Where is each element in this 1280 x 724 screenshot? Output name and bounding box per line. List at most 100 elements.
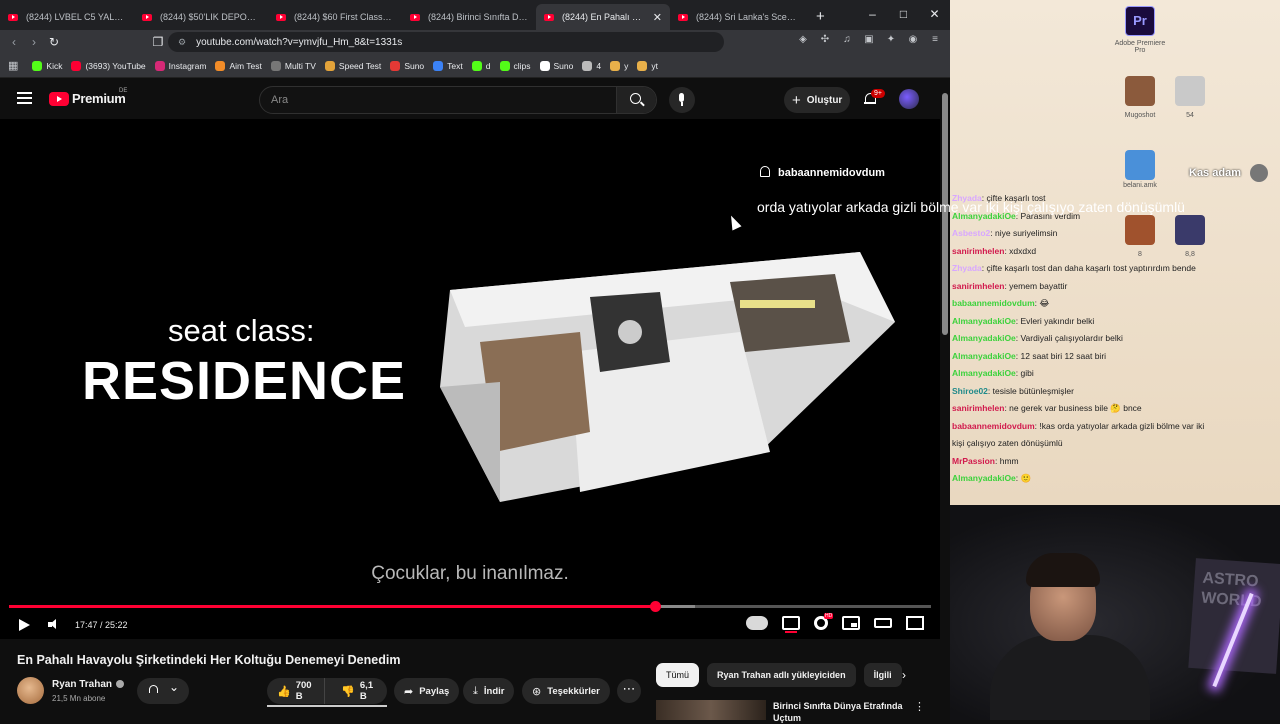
document-icon[interactable] — [1125, 150, 1155, 180]
recommended-video-title[interactable]: Birinci Sınıfta Dünya Etrafında Uçtum — [773, 700, 903, 724]
chat-text: niye suriyelimsin — [995, 228, 1058, 238]
chat-username[interactable]: MrPassion — [952, 456, 995, 466]
channel-avatar[interactable] — [17, 677, 44, 704]
chat-username[interactable]: Asbesto2 — [952, 228, 990, 238]
browser-tab-active[interactable]: (8244) En Pahalı Havayo✕ — [536, 4, 670, 30]
theater-mode-icon[interactable] — [874, 618, 892, 628]
chevron-right-icon[interactable]: › — [902, 668, 906, 682]
browser-tab[interactable]: (8244) $60 First Class Bus Sir — [268, 4, 402, 30]
bookmark-item[interactable]: Suno — [539, 60, 573, 71]
autoplay-toggle[interactable] — [746, 616, 768, 630]
search-input[interactable]: Ara — [259, 86, 657, 114]
bookmark-item[interactable]: Kick — [32, 60, 62, 71]
player-right-controls — [746, 613, 924, 633]
premiere-pro-icon[interactable]: Pr — [1125, 6, 1155, 36]
bookmark-item[interactable]: Speed Test — [324, 60, 381, 71]
stream-chat-log: Zhyada: çifte kaşarlı tost AlmanyadakiOe:… — [952, 190, 1278, 488]
bookmark-icon[interactable]: ❐ — [148, 35, 168, 49]
chat-username[interactable]: AlmanyadakiOe — [952, 473, 1016, 483]
chat-line: kişi çalışıyo zaten dönüşümlü — [952, 435, 1278, 453]
like-button[interactable]: 👍 700 B — [267, 678, 326, 704]
menu-icon[interactable]: ≡ — [928, 34, 942, 48]
youtube-favicon-icon — [410, 13, 420, 21]
chat-username[interactable]: sanirimhelen — [952, 403, 1004, 413]
chat-username[interactable]: AlmanyadakiOe — [952, 333, 1016, 343]
bookmark-item[interactable]: 4 — [582, 60, 601, 71]
puzzle-extension-icon[interactable]: ✣ — [818, 34, 832, 48]
hamburger-menu-icon[interactable] — [17, 92, 32, 104]
site-info-icon[interactable]: ⚙ — [178, 37, 186, 48]
bookmark-item[interactable]: Suno — [390, 60, 424, 71]
ai-icon[interactable]: ✦ — [884, 34, 898, 48]
chat-line: MrPassion: hmm — [952, 453, 1278, 471]
bookmark-item[interactable]: Instagram — [154, 60, 206, 71]
chat-username[interactable]: AlmanyadakiOe — [952, 368, 1016, 378]
thanks-button[interactable]: ⊛ Teşekkürler — [522, 678, 610, 704]
close-tab-icon[interactable]: ✕ — [653, 11, 662, 24]
bookmark-folder[interactable]: y — [610, 60, 628, 71]
account-avatar[interactable] — [899, 89, 919, 109]
forward-icon[interactable]: › — [24, 35, 44, 49]
subscription-bell-button[interactable] — [137, 678, 189, 704]
reload-icon[interactable]: ↻ — [44, 35, 64, 49]
chip-related[interactable]: İlgili — [863, 663, 902, 687]
share-button[interactable]: ➦ Paylaş — [394, 678, 460, 704]
maximize-button[interactable]: □ — [888, 0, 919, 30]
back-icon[interactable]: ‹ — [4, 35, 24, 49]
play-icon[interactable] — [19, 619, 30, 631]
download-button[interactable]: ⤓ İndir — [463, 678, 515, 704]
bookmark-item[interactable]: Aim Test — [215, 60, 262, 71]
chip-all[interactable]: Tümü — [656, 663, 700, 687]
mugoshot-icon[interactable] — [1125, 76, 1155, 106]
chat-username[interactable]: sanirimhelen — [952, 246, 1004, 256]
more-actions-icon[interactable]: ⋯ — [617, 679, 641, 703]
browser-tab[interactable]: (8244) Sri Lanka's Scenic Trai — [670, 4, 804, 30]
shield-icon[interactable]: ◉ — [906, 34, 920, 48]
subtitles-icon[interactable] — [782, 616, 800, 633]
chat-text: 12 saat biri 12 saat biri — [1020, 350, 1107, 361]
recommended-video-thumbnail[interactable] — [656, 700, 766, 720]
fullscreen-icon[interactable] — [906, 616, 924, 630]
chip-from-uploader[interactable]: Ryan Trahan adlı yükleyiciden — [707, 663, 856, 687]
search-button[interactable] — [616, 87, 656, 113]
translate-icon[interactable]: ◈ — [796, 34, 810, 48]
channel-name[interactable]: Ryan Trahan — [52, 679, 125, 690]
video-progress-bar[interactable] — [9, 601, 931, 612]
bookmark-item[interactable]: d — [471, 60, 491, 71]
chat-text: gibi — [1020, 368, 1034, 378]
close-window-button[interactable]: ✕ — [919, 0, 950, 30]
chat-username[interactable]: AlmanyadakiOe — [952, 316, 1016, 326]
new-tab-button[interactable]: + — [804, 8, 837, 25]
chat-username[interactable]: sanirimhelen — [952, 281, 1004, 291]
youtube-premium-logo[interactable]: Premium DE — [49, 88, 127, 106]
apps-grid-icon[interactable]: ▦ — [8, 59, 18, 72]
bookmark-item[interactable]: (3693) YouTube — [71, 60, 146, 71]
volume-icon[interactable] — [48, 618, 60, 631]
chat-username[interactable]: babaannemidovdum — [952, 298, 1035, 308]
chat-username[interactable]: Zhyada — [952, 263, 982, 273]
browser-tab[interactable]: (8244) Birinci Sınıfta Dünya E — [402, 4, 536, 30]
settings-gear-icon[interactable] — [814, 613, 834, 630]
browser-tab[interactable]: (8244) $50'LIK DEPODA SON — [134, 4, 268, 30]
url-field[interactable]: ⚙ youtube.com/watch?v=ymvjfu_Hm_8&t=1331… — [168, 32, 724, 52]
watch-image-icon[interactable] — [1175, 76, 1205, 106]
suno-icon — [539, 60, 550, 71]
browser-tab[interactable]: (8244) LVBEL C5 YALAN MAK — [0, 4, 134, 30]
bookmark-item[interactable]: Text — [433, 60, 463, 71]
microphone-icon[interactable] — [669, 87, 695, 113]
create-button[interactable]: + Oluştur — [784, 87, 850, 113]
chat-username[interactable]: Shiroe02 — [952, 386, 988, 396]
dislike-button[interactable]: 👎 6,1 B — [331, 678, 387, 704]
more-vert-icon[interactable]: ⋮ — [914, 700, 925, 713]
bookmark-item[interactable]: Multi TV — [270, 60, 316, 71]
media-icon[interactable]: ♫ — [840, 34, 854, 48]
wallet-icon[interactable]: ▣ — [862, 34, 876, 48]
miniplayer-icon[interactable] — [842, 616, 860, 630]
desktop-icon-label: 54 — [1186, 112, 1194, 119]
bookmark-folder[interactable]: yt — [637, 60, 658, 71]
minimize-button[interactable]: – — [857, 0, 888, 30]
chat-username[interactable]: AlmanyadakiOe — [952, 351, 1016, 361]
page-scrollbar[interactable] — [940, 79, 950, 720]
bookmark-item[interactable]: clips — [499, 60, 531, 71]
chat-username[interactable]: babaannemidovdum — [952, 421, 1035, 431]
